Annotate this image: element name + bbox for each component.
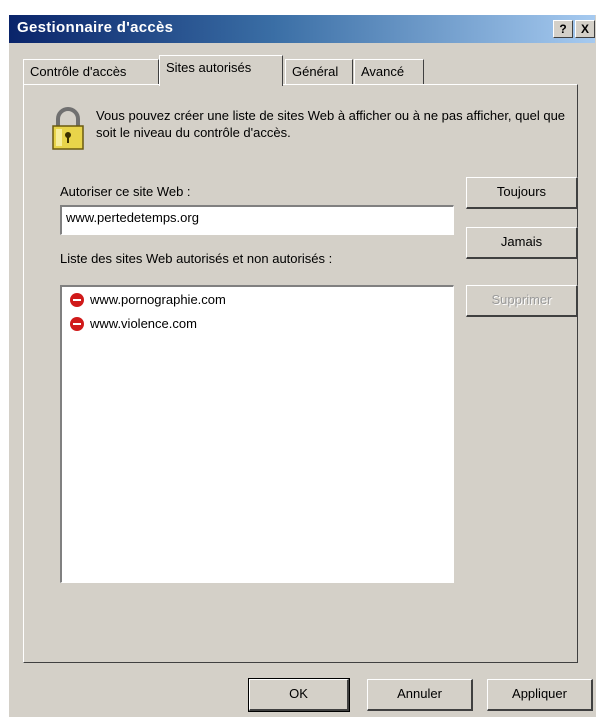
tab-access-control[interactable]: Contrôle d'accès (23, 59, 159, 85)
apply-button[interactable]: Appliquer (487, 679, 593, 711)
close-button[interactable]: X (575, 20, 595, 38)
list-item[interactable]: www.pornographie.com (70, 290, 226, 310)
tab-general[interactable]: Général (285, 59, 353, 85)
lock-icon (52, 107, 84, 150)
dialog-window: Gestionnaire d'accès ? X Contrôle d'accè… (8, 14, 596, 717)
cancel-button[interactable]: Annuler (367, 679, 473, 711)
always-button[interactable]: Toujours (466, 177, 578, 209)
title-bar[interactable]: Gestionnaire d'accès ? X (9, 15, 595, 43)
remove-button[interactable]: Supprimer (466, 285, 578, 317)
tab-allowed-sites[interactable]: Sites autorisés (159, 55, 283, 86)
url-field[interactable] (60, 205, 454, 235)
never-button[interactable]: Jamais (466, 227, 578, 259)
block-icon (70, 316, 84, 331)
tab-advanced[interactable]: Avancé (354, 59, 424, 85)
site-list-label: Liste des sites Web autorisés et non aut… (60, 251, 333, 266)
site-url: www.pornographie.com (90, 292, 226, 307)
site-list[interactable]: www.pornographie.com www.violence.com (60, 285, 454, 583)
ok-button[interactable]: OK (248, 678, 350, 712)
url-label: Autoriser ce site Web : (60, 184, 191, 199)
window-title: Gestionnaire d'accès (17, 19, 174, 36)
url-input[interactable] (62, 207, 453, 228)
block-icon (70, 292, 84, 307)
help-button[interactable]: ? (553, 20, 573, 38)
list-item[interactable]: www.violence.com (70, 314, 197, 334)
site-url: www.violence.com (90, 316, 197, 331)
allowed-sites-panel: Vous pouvez créer une liste de sites Web… (23, 84, 578, 663)
intro-text: Vous pouvez créer une liste de sites Web… (96, 108, 566, 140)
